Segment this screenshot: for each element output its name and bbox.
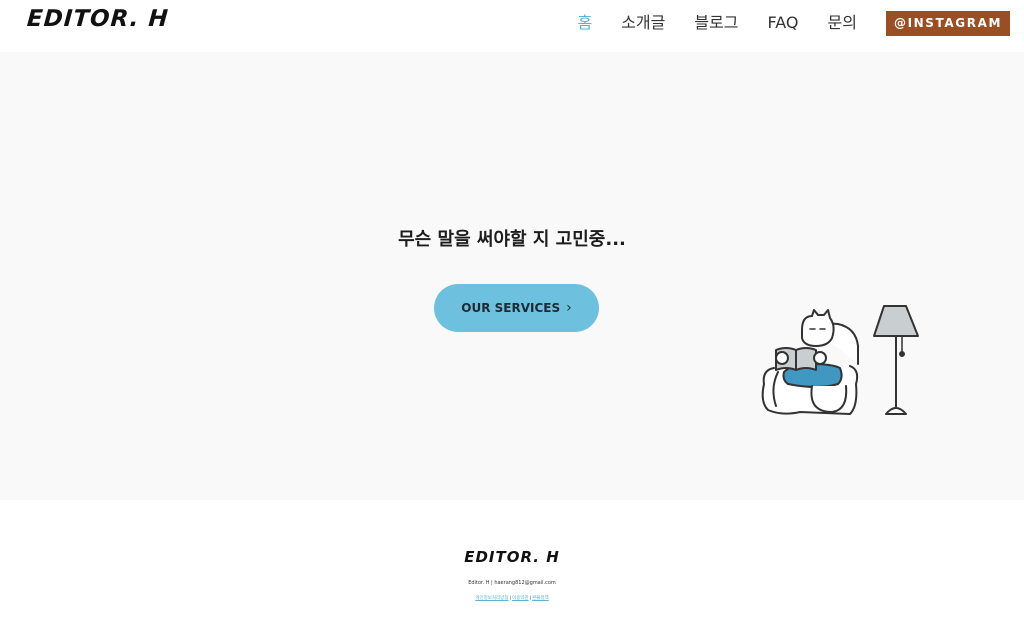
nav-item-contact[interactable]: 문의: [828, 11, 857, 35]
nav-item-home[interactable]: 홈: [577, 11, 592, 35]
hero-section: 무슨 말을 써야할 지 고민중... OUR SERVICES ›: [0, 52, 1024, 500]
site-logo[interactable]: EDITOR. H: [26, 6, 170, 32]
site-footer: EDITOR. H Editor. H | haerang812@gmail.c…: [0, 500, 1024, 621]
cta-label: OUR SERVICES: [461, 301, 561, 315]
our-services-button[interactable]: OUR SERVICES ›: [434, 284, 599, 332]
nav-item-about[interactable]: 소개글: [621, 11, 665, 35]
main-nav: 홈 소개글 블로그 FAQ 문의 @INSTAGRAM: [577, 9, 1010, 36]
footer-separator: |: [529, 596, 532, 601]
footer-links: 개인정보처리방침|이용약관|환불정책: [0, 595, 1024, 601]
site-header: EDITOR. H 홈 소개글 블로그 FAQ 문의 @INSTAGRAM: [0, 0, 1024, 52]
chevron-right-icon: ›: [566, 300, 572, 316]
nav-item-faq[interactable]: FAQ: [768, 11, 799, 35]
footer-link-terms[interactable]: 이용약관: [512, 596, 529, 601]
hero-headline: 무슨 말을 써야할 지 고민중...: [398, 229, 626, 250]
footer-logo[interactable]: EDITOR. H: [0, 548, 1024, 566]
footer-link-privacy[interactable]: 개인정보처리방침: [475, 596, 508, 601]
instagram-button[interactable]: @INSTAGRAM: [885, 11, 1010, 36]
footer-separator: |: [509, 596, 511, 601]
cat-reading-illustration: [761, 305, 919, 415]
footer-link-refund[interactable]: 환불정책: [532, 596, 549, 601]
footer-contact: Editor. H | haerang812@gmail.com: [468, 580, 556, 586]
nav-item-blog[interactable]: 블로그: [694, 11, 738, 35]
